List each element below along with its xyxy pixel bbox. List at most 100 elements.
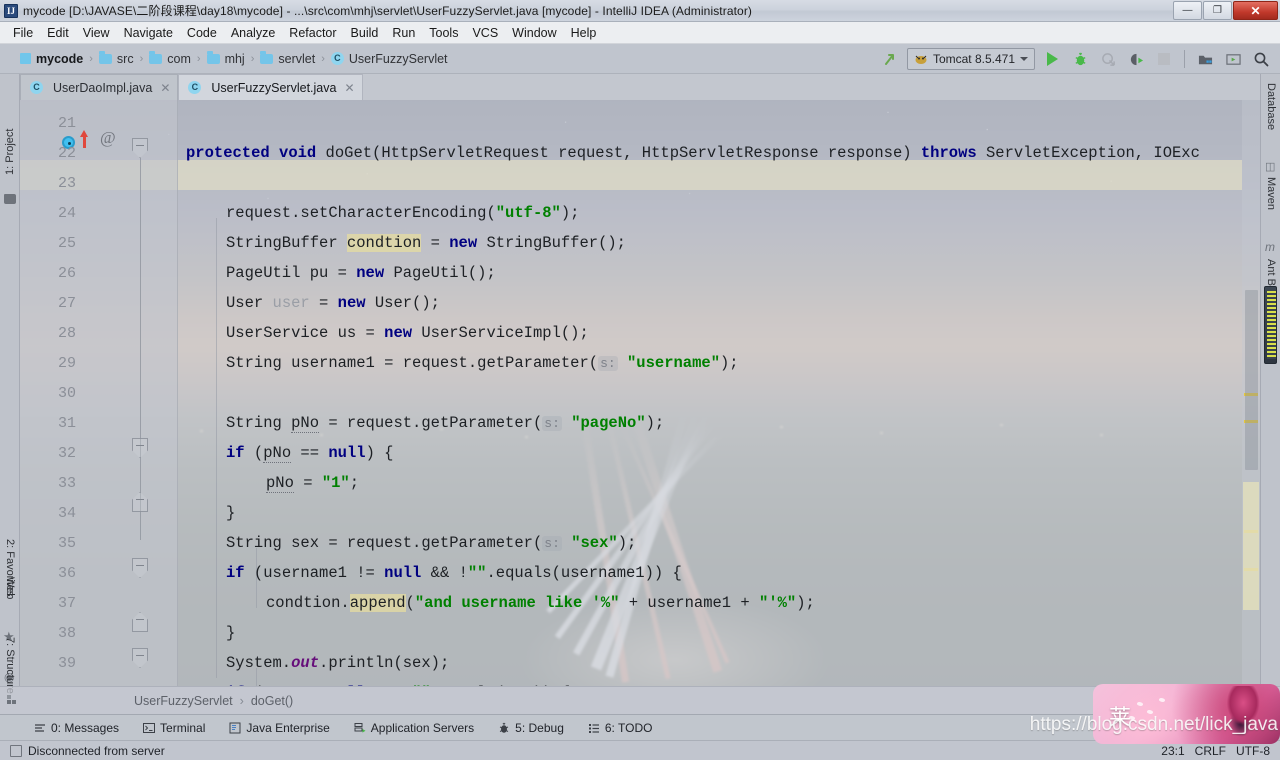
breadcrumb-item-mhj[interactable]: mhj — [206, 50, 245, 66]
close-button[interactable]: ✕ — [1233, 1, 1278, 20]
back-arrow-icon[interactable] — [879, 48, 901, 70]
menu-run[interactable]: Run — [385, 24, 422, 42]
run-configuration-selector[interactable]: Tomcat 8.5.471 — [906, 48, 1035, 70]
menu-help[interactable]: Help — [564, 24, 604, 42]
code-line[interactable]: 31 String pNo = request.getParameter(s: … — [20, 408, 1260, 438]
breadcrumb-item-src[interactable]: src — [98, 50, 134, 66]
code-line[interactable]: 39 System.out.println(sex); — [20, 648, 1260, 678]
code-text[interactable]: String sex = request.getParameter(s: "se… — [226, 534, 636, 552]
breadcrumb-item-userfuzzyservlet[interactable]: C UserFuzzyServlet — [330, 52, 448, 66]
tab-userdaoimpl-java[interactable]: C UserDaoImpl.java ✕ — [20, 74, 179, 100]
line-number: 22 — [57, 144, 76, 162]
tool-window-button-database[interactable]: Database — [1261, 80, 1280, 154]
minimize-button[interactable]: — — [1173, 1, 1202, 20]
code-line[interactable]: 37 condtion.append("and username like '%… — [20, 588, 1260, 618]
code-line[interactable]: 21 — [20, 108, 1260, 138]
breadcrumb-separator: › — [250, 52, 255, 65]
code-text-layer[interactable]: 21 22 protected void doGet(HttpServletRe… — [20, 100, 1260, 687]
tab-userfuzzyservlet-java[interactable]: C UserFuzzyServlet.java ✕ — [178, 74, 363, 100]
code-text[interactable]: User user = new User(); — [226, 294, 440, 312]
breadcrumb-item-com[interactable]: com — [149, 50, 191, 66]
tool-window-button-terminal[interactable]: Terminal — [131, 718, 217, 738]
menu-code[interactable]: Code — [180, 24, 224, 42]
tool-window-label: Database — [1265, 83, 1277, 131]
code-text[interactable]: UserService us = new UserServiceImpl(); — [226, 324, 589, 342]
code-line[interactable]: 27 User user = new User(); — [20, 288, 1260, 318]
run-with-coverage-button[interactable] — [1097, 48, 1119, 70]
console-icon — [1225, 53, 1241, 65]
menu-vcs[interactable]: VCS — [465, 24, 505, 42]
maximize-button[interactable]: ❐ — [1203, 1, 1232, 20]
encoding[interactable]: UTF-8 — [1236, 744, 1270, 758]
menu-navigate[interactable]: Navigate — [117, 24, 180, 42]
menu-file[interactable]: File — [6, 24, 40, 42]
tool-window-button-project[interactable]: 1: Project — [0, 82, 20, 178]
run-with-coverage-icon — [1101, 52, 1115, 66]
menu-view[interactable]: View — [76, 24, 117, 42]
code-line-current[interactable]: 23 — [20, 168, 1260, 198]
code-editor[interactable]: @ 21 22 protected void doGet(HttpServlet… — [20, 100, 1260, 686]
tool-window-button-maven[interactable]: Maven — [1261, 174, 1280, 234]
menu-edit[interactable]: Edit — [40, 24, 76, 42]
tool-window-button-web[interactable]: Web — [0, 574, 20, 620]
breadcrumb-item-mycode[interactable]: mycode — [20, 52, 83, 66]
tool-window-button-application-servers[interactable]: Application Servers — [342, 718, 486, 738]
code-text[interactable]: PageUtil pu = new PageUtil(); — [226, 264, 496, 282]
code-text[interactable]: request.setCharacterEncoding("utf-8"); — [226, 204, 579, 222]
code-line[interactable]: 25 StringBuffer condtion = new StringBuf… — [20, 228, 1260, 258]
left-tool-window-bar: 1: Project 2: Favorites ★ Web ◉ 7: Struc… — [0, 74, 20, 694]
tool-window-button-debug[interactable]: 5: Debug — [486, 718, 576, 738]
project-structure-button[interactable] — [1194, 48, 1216, 70]
tool-window-button-todo[interactable]: 6: TODO — [576, 718, 665, 738]
code-line[interactable]: 26 PageUtil pu = new PageUtil(); — [20, 258, 1260, 288]
code-line[interactable]: 34 } — [20, 498, 1260, 528]
code-line[interactable]: 24 request.setCharacterEncoding("utf-8")… — [20, 198, 1260, 228]
menu-bar: File Edit View Navigate Code Analyze Ref… — [0, 22, 1280, 44]
chevron-down-icon[interactable] — [1020, 57, 1028, 61]
tool-window-button-messages[interactable]: 0: Messages — [22, 718, 131, 738]
code-line[interactable]: 32 if (pNo == null) { — [20, 438, 1260, 468]
code-line[interactable]: 40 if (sex != null && !"".equals(sex)) { — [20, 678, 1260, 686]
code-line[interactable]: 22 protected void doGet(HttpServletReque… — [20, 138, 1260, 168]
editor-scrollbar-thumb[interactable] — [1245, 290, 1258, 470]
breadcrumb-method[interactable]: doGet() — [251, 694, 293, 708]
menu-analyze[interactable]: Analyze — [224, 24, 282, 42]
caret-position[interactable]: 23:1 — [1161, 744, 1184, 758]
breadcrumb-item-servlet[interactable]: servlet — [260, 50, 315, 66]
profile-button[interactable] — [1125, 48, 1147, 70]
tool-window-button-java-enterprise[interactable]: Java Enterprise — [217, 718, 341, 738]
code-line[interactable]: 28 UserService us = new UserServiceImpl(… — [20, 318, 1260, 348]
console-button[interactable] — [1222, 48, 1244, 70]
code-text[interactable]: System.out.println(sex); — [226, 654, 449, 672]
menu-window[interactable]: Window — [505, 24, 563, 42]
close-icon[interactable]: ✕ — [160, 81, 170, 95]
stop-button[interactable] — [1153, 48, 1175, 70]
menu-tools[interactable]: Tools — [422, 24, 465, 42]
breadcrumb-class[interactable]: UserFuzzyServlet — [134, 694, 233, 708]
code-line[interactable]: 36 if (username1 != null && !"".equals(u… — [20, 558, 1260, 588]
breadcrumb-toggle-icon[interactable] — [6, 694, 18, 706]
menu-refactor[interactable]: Refactor — [282, 24, 343, 42]
code-text[interactable]: if (username1 != null && !"".equals(user… — [226, 564, 682, 582]
code-line[interactable]: 29 String username1 = request.getParamet… — [20, 348, 1260, 378]
code-line[interactable]: 33 pNo = "1"; — [20, 468, 1260, 498]
close-icon[interactable]: ✕ — [344, 81, 354, 95]
code-text[interactable]: StringBuffer condtion = new StringBuffer… — [226, 234, 626, 252]
code-text[interactable]: String pNo = request.getParameter(s: "pa… — [226, 414, 664, 433]
code-line[interactable]: 30 — [20, 378, 1260, 408]
debug-button[interactable] — [1069, 48, 1091, 70]
code-text[interactable]: condtion.append("and username like '%" +… — [266, 594, 815, 612]
memory-indicator[interactable] — [1264, 286, 1277, 364]
code-text[interactable]: } — [226, 624, 235, 642]
line-separator[interactable]: CRLF — [1195, 744, 1226, 758]
code-text[interactable]: if (pNo == null) { — [226, 444, 393, 463]
code-text[interactable]: pNo = "1"; — [266, 474, 359, 493]
run-button[interactable] — [1041, 48, 1063, 70]
code-text[interactable]: protected void doGet(HttpServletRequest … — [186, 144, 1200, 162]
search-button[interactable] — [1250, 48, 1272, 70]
code-text[interactable]: } — [226, 504, 235, 522]
code-line[interactable]: 38 } — [20, 618, 1260, 648]
menu-build[interactable]: Build — [344, 24, 386, 42]
code-line[interactable]: 35 String sex = request.getParameter(s: … — [20, 528, 1260, 558]
code-text[interactable]: String username1 = request.getParameter(… — [226, 354, 739, 372]
